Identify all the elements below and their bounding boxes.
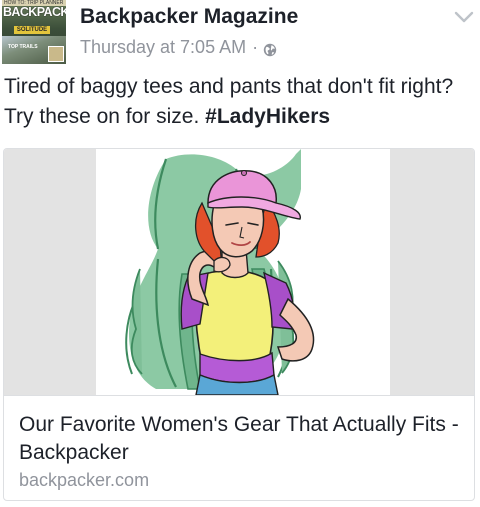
post-timestamp[interactable]: Thursday at 7:05 AM — [80, 36, 246, 58]
post-meta: Thursday at 7:05 AM · — [80, 36, 277, 58]
link-domain: backpacker.com — [19, 470, 150, 490]
globe-icon[interactable] — [263, 40, 277, 57]
avatar-cover-text: TOP TRAILS — [8, 44, 38, 50]
avatar-inset — [48, 46, 64, 62]
avatar-masthead: BACKPACKER — [3, 5, 66, 19]
link-title[interactable]: Our Favorite Women's Gear That Actually … — [19, 411, 464, 467]
post-message: Tired of baggy tees and pants that don't… — [4, 72, 474, 132]
post-header: HOW TO: TRIP PLANNER BACKPACKER SOLITUDE… — [0, 0, 480, 64]
link-preview-card[interactable]: Our Favorite Women's Gear That Actually … — [3, 148, 475, 501]
meta-separator: · — [252, 37, 259, 57]
chevron-down-icon[interactable] — [452, 8, 476, 26]
page-avatar[interactable]: HOW TO: TRIP PLANNER BACKPACKER SOLITUDE… — [2, 0, 66, 64]
link-preview-image[interactable] — [4, 149, 474, 395]
card-divider — [4, 395, 474, 396]
avatar-cover-line: SOLITUDE — [14, 26, 50, 34]
hashtag-link[interactable]: #LadyHikers — [205, 105, 330, 128]
page-name-link[interactable]: Backpacker Magazine — [80, 4, 298, 30]
facebook-post: HOW TO: TRIP PLANNER BACKPACKER SOLITUDE… — [0, 0, 480, 507]
woman-hiker-illustration — [125, 149, 315, 395]
